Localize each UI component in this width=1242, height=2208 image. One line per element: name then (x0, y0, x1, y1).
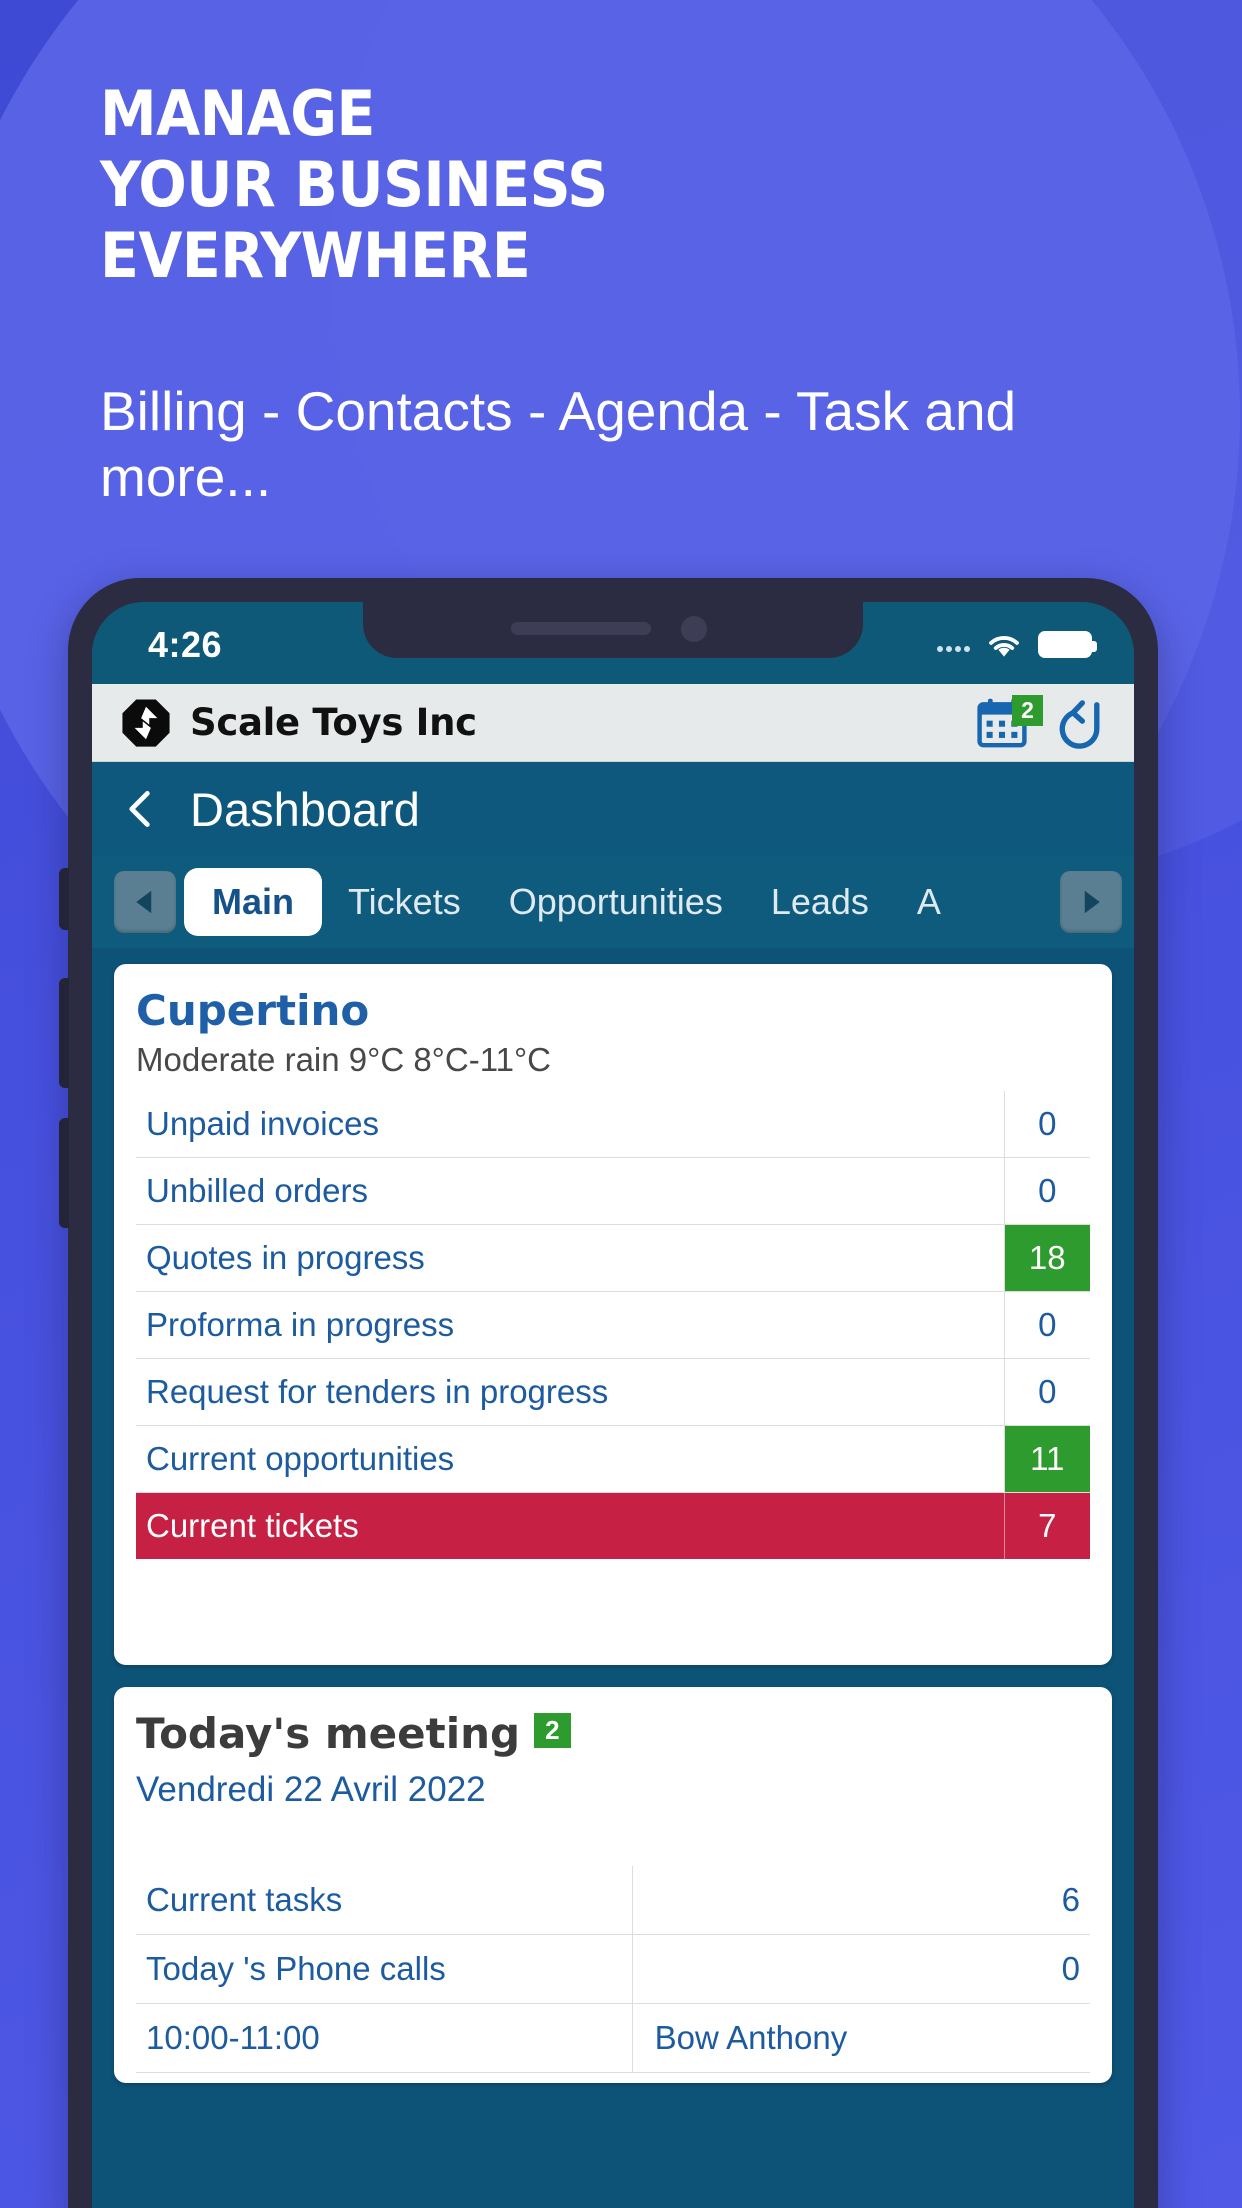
phone-volume-down-button (59, 1118, 69, 1228)
meeting-table: Current tasks 6 Today 's Phone calls 0 1… (136, 1866, 1090, 2073)
kpi-label: Unbilled orders (136, 1157, 1004, 1225)
status-time: 4:26 (148, 624, 223, 665)
table-row[interactable]: Today 's Phone calls 0 (136, 1934, 1090, 2004)
weather-city: Cupertino (136, 986, 370, 1035)
meeting-header: Today's meeting 2 (136, 1709, 1090, 1758)
meeting-value: 0 (631, 1934, 1090, 2004)
meeting-label: Current tasks (136, 1866, 633, 1935)
dashboard-content: Cupertino Moderate rain 9°C 8°C-11°C Unp… (92, 948, 1134, 2208)
kpi-label: Request for tenders in progress (136, 1358, 1004, 1426)
triangle-left-icon (136, 890, 152, 914)
kpi-value: 18 (1003, 1224, 1090, 1292)
table-row[interactable]: Current tickets 7 (136, 1492, 1090, 1559)
table-row[interactable]: Quotes in progress 18 (136, 1224, 1090, 1292)
table-row[interactable]: 10:00-11:00 Bow Anthony (136, 2003, 1090, 2073)
table-row[interactable]: Proforma in progress 0 (136, 1291, 1090, 1359)
headline-line-2: YOUR BUSINESS (100, 148, 608, 221)
todays-meeting-card: Today's meeting 2 Vendredi 22 Avril 2022… (114, 1687, 1112, 2083)
navigation-bar: Dashboard (92, 762, 1134, 856)
phone-notch (363, 602, 863, 658)
calendar-badge: 2 (1012, 694, 1043, 726)
kpi-value: 7 (1003, 1492, 1090, 1559)
kpi-value: 0 (1003, 1291, 1090, 1359)
calendar-icon-button[interactable]: 2 (974, 694, 1043, 751)
tab-strip: Main Tickets Opportunities Leads A (92, 856, 1134, 948)
tab-leads[interactable]: Leads (749, 868, 891, 936)
tab-opportunities[interactable]: Opportunities (487, 868, 745, 936)
meeting-badge: 2 (534, 1713, 571, 1748)
kpi-value: 11 (1003, 1425, 1090, 1493)
front-camera (681, 616, 707, 642)
headline-line-3: EVERYWHERE (100, 219, 531, 292)
speaker-grill (511, 622, 651, 635)
phone-volume-up-button (59, 978, 69, 1088)
meeting-title: Today's meeting (136, 1709, 521, 1758)
tab-tickets[interactable]: Tickets (326, 868, 483, 936)
kpi-label: Proforma in progress (136, 1291, 1004, 1359)
wifi-icon (989, 636, 1019, 657)
table-row[interactable]: Request for tenders in progress 0 (136, 1358, 1090, 1426)
table-row[interactable]: Current opportunities 11 (136, 1425, 1090, 1493)
kpi-label: Unpaid invoices (136, 1091, 1004, 1158)
promo-headline: MANAGE YOUR BUSINESS EVERYWHERE (100, 78, 1100, 291)
headline-line-1: MANAGE (100, 77, 375, 150)
kpi-label: Current opportunities (136, 1425, 1004, 1493)
chevron-left-icon[interactable] (118, 787, 162, 831)
kpi-label: Current tickets (136, 1492, 1004, 1559)
triangle-right-icon (1084, 890, 1100, 914)
weather-kpi-card: Cupertino Moderate rain 9°C 8°C-11°C Unp… (114, 964, 1112, 1665)
table-row[interactable]: Unbilled orders 0 (136, 1157, 1090, 1225)
tab-list: Main Tickets Opportunities Leads A (184, 868, 1124, 936)
card-spacer (136, 1559, 1090, 1655)
tab-next-partial[interactable]: A (895, 868, 963, 936)
tab-main[interactable]: Main (184, 868, 323, 936)
meeting-value: Bow Anthony (631, 2003, 1090, 2073)
kpi-table: Unpaid invoices 0 Unbilled orders 0 Quot… (136, 1091, 1090, 1559)
status-bar: 4:26 (92, 602, 1134, 684)
tab-next-button[interactable] (1060, 871, 1122, 933)
meeting-date: Vendredi 22 Avril 2022 (136, 1770, 486, 1809)
kpi-value: 0 (1003, 1091, 1090, 1158)
tab-prev-button[interactable] (114, 871, 176, 933)
signal-dots-icon (937, 636, 970, 652)
phone-mute-button (59, 868, 69, 930)
page-title: Dashboard (190, 782, 420, 836)
kpi-value: 0 (1003, 1358, 1090, 1426)
kpi-value: 0 (1003, 1157, 1090, 1225)
refresh-icon-button[interactable] (1052, 695, 1108, 751)
kpi-label: Quotes in progress (136, 1224, 1004, 1292)
phone-body: 4:26 Scale Toys Inc 2 Dashboard Main Tic… (59, 578, 1158, 2208)
promo-subheadline: Billing - Contacts - Agenda - Task and m… (100, 380, 1017, 508)
weather-description: Moderate rain 9°C 8°C-11°C (136, 1041, 551, 1078)
battery-full-icon (1038, 630, 1097, 658)
meeting-value: 6 (631, 1866, 1090, 1935)
promo-banner: MANAGE YOUR BUSINESS EVERYWHERE Billing … (0, 0, 1242, 2208)
meeting-label: Today 's Phone calls (136, 1934, 633, 2004)
meeting-label: 10:00-11:00 (136, 2003, 633, 2073)
table-row[interactable]: Unpaid invoices 0 (136, 1091, 1090, 1158)
app-header: Scale Toys Inc 2 (92, 684, 1134, 762)
company-octagon-logo (122, 698, 170, 747)
status-icons (937, 628, 1097, 660)
refresh-icon (1059, 699, 1100, 749)
phone-mockup: 4:26 Scale Toys Inc 2 Dashboard Main Tic… (59, 578, 1168, 2208)
phone-screen: 4:26 Scale Toys Inc 2 Dashboard Main Tic… (92, 602, 1134, 2208)
company-name: Scale Toys Inc (190, 701, 477, 744)
table-row[interactable]: Current tasks 6 (136, 1866, 1090, 1935)
